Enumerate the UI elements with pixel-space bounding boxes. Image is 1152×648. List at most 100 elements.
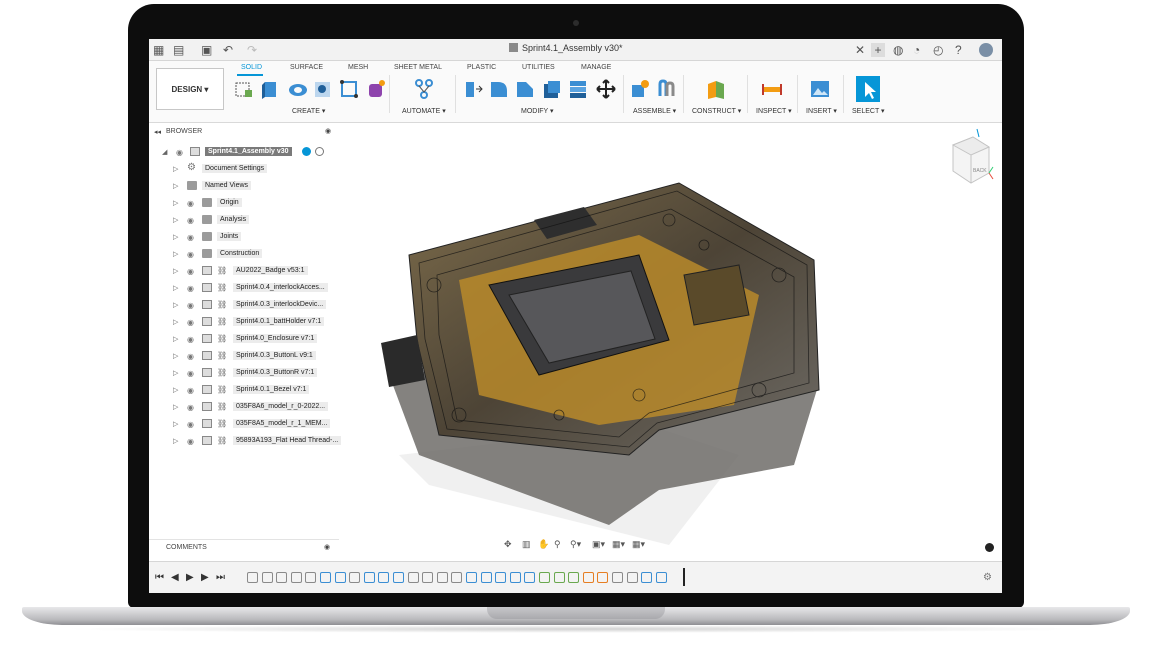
new-tab-icon[interactable]: + <box>871 43 885 57</box>
timeline-feature-icon[interactable] <box>334 572 346 583</box>
avatar[interactable] <box>979 43 993 57</box>
tree-item[interactable]: ▷ ◉ Origin <box>149 195 339 212</box>
visibility-eye-icon[interactable]: ◉ <box>187 250 194 259</box>
activate-radio-icon[interactable] <box>315 147 324 156</box>
display-settings-icon[interactable]: ▣▾ <box>592 539 605 550</box>
timeline-feature-icon[interactable] <box>655 572 667 583</box>
offset-plane-icon[interactable] <box>705 78 727 100</box>
expand-arrow-icon[interactable]: ▷ <box>173 437 178 445</box>
expand-arrow-icon[interactable]: ▷ <box>173 182 178 190</box>
undo-icon[interactable]: ↶ <box>223 43 233 57</box>
new-component-icon[interactable] <box>629 78 651 100</box>
expand-arrow-icon[interactable]: ▷ <box>173 301 178 309</box>
combine-icon[interactable] <box>567 78 589 100</box>
tab-surface[interactable]: SURFACE <box>290 64 323 71</box>
timeline-feature-icon[interactable] <box>290 572 302 583</box>
timeline-feature-icon[interactable] <box>626 572 638 583</box>
expand-arrow-icon[interactable]: ▷ <box>173 420 178 428</box>
modify-menu[interactable]: MODIFY ▾ <box>521 107 554 115</box>
tree-item[interactable]: ▷ ◉ ⛓ Sprint4.0.4_interlockAcces... <box>149 280 339 297</box>
timeline-feature-icon[interactable] <box>582 572 594 583</box>
timeline-feature-icon[interactable] <box>436 572 448 583</box>
expand-arrow-icon[interactable]: ▷ <box>173 199 178 207</box>
timeline-end-icon[interactable]: ⏭ <box>216 572 225 583</box>
look-at-icon[interactable]: ▥ <box>522 539 531 550</box>
visibility-eye-icon[interactable]: ◉ <box>187 403 194 412</box>
viewcube-icon[interactable]: BACK <box>945 125 997 189</box>
expand-arrow-icon[interactable]: ▷ <box>173 165 178 173</box>
create-menu[interactable]: CREATE ▾ <box>292 107 325 115</box>
comments-toggle-icon[interactable]: ◉ <box>324 543 330 551</box>
timeline-start-icon[interactable]: ⏮ <box>155 572 164 583</box>
timeline-feature-icon[interactable] <box>363 572 375 583</box>
timeline-feature-icon[interactable] <box>422 572 434 583</box>
tree-item[interactable]: ▷ ◉ ⛓ 95893A193_Flat Head Thread-... <box>149 433 342 450</box>
active-radio-icon[interactable] <box>302 147 311 156</box>
timeline-feature-icon[interactable] <box>568 572 580 583</box>
tree-item[interactable]: ▷ ◉ ⛓ Sprint4.0.1_battHolder v7:1 <box>149 314 339 331</box>
chamfer-icon[interactable] <box>514 78 536 100</box>
timeline-feature-icon[interactable] <box>247 572 258 583</box>
create-sketch-icon[interactable] <box>233 78 255 100</box>
visibility-eye-icon[interactable]: ◉ <box>187 437 194 446</box>
tree-item[interactable]: ▷ ◉ ⛓ Sprint4.0.1_Bezel v7:1 <box>149 382 339 399</box>
timeline-feature-icon[interactable] <box>407 572 419 583</box>
measure-icon[interactable] <box>761 78 783 100</box>
fillet-icon[interactable] <box>488 78 510 100</box>
timeline-feature-icon[interactable] <box>509 572 521 583</box>
close-tab-icon[interactable]: ✕ <box>855 43 865 57</box>
tree-item[interactable]: ▷ ◉ Joints <box>149 229 339 246</box>
pan-icon[interactable]: ✋ <box>538 539 549 550</box>
move-icon[interactable] <box>595 78 617 100</box>
visibility-eye-icon[interactable]: ◉ <box>176 148 183 157</box>
timeline-back-icon[interactable]: ◀ <box>171 572 179 583</box>
timeline-feature-icon[interactable] <box>495 572 507 583</box>
visibility-eye-icon[interactable]: ◉ <box>187 284 194 293</box>
visibility-eye-icon[interactable]: ◉ <box>187 216 194 225</box>
timeline-feature-icon[interactable] <box>612 572 623 583</box>
tree-item[interactable]: ▷ ◉ ⛓ Sprint4.0.3_ButtonR v7:1 <box>149 365 339 382</box>
visibility-eye-icon[interactable]: ◉ <box>187 318 194 327</box>
help-icon[interactable]: ? <box>955 43 962 57</box>
timeline-forward-icon[interactable]: ▶ <box>201 572 209 583</box>
visibility-eye-icon[interactable]: ◉ <box>187 199 194 208</box>
grid-settings-icon[interactable]: ▦▾ <box>612 539 625 550</box>
tree-item[interactable]: ▷ ◉ Construction <box>149 246 339 263</box>
collapse-arrow-icon[interactable]: ◢ <box>162 148 167 156</box>
insert-image-icon[interactable] <box>809 78 831 100</box>
fit-icon[interactable]: ⚲▾ <box>570 539 581 550</box>
tab-sheet-metal[interactable]: SHEET METAL <box>394 64 442 71</box>
tree-item[interactable]: ▷ Named Views <box>149 178 339 195</box>
expand-arrow-icon[interactable]: ▷ <box>173 284 178 292</box>
timeline-feature-icon[interactable] <box>553 572 565 583</box>
visibility-eye-icon[interactable]: ◉ <box>187 369 194 378</box>
shell-icon[interactable] <box>541 78 563 100</box>
select-menu[interactable]: SELECT ▾ <box>852 107 885 115</box>
timeline-feature-icon[interactable] <box>261 572 273 583</box>
tree-root[interactable]: ◢ ◉ Sprint4.1_Assembly v30 <box>149 144 339 161</box>
visibility-eye-icon[interactable]: ◉ <box>187 386 194 395</box>
timeline-feature-icon[interactable] <box>597 572 609 583</box>
tree-item[interactable]: ▷ ◉ ⛓ 035F8A5_model_r_1_MEM... <box>149 416 339 433</box>
timeline-feature-icon[interactable] <box>466 572 477 583</box>
form-icon[interactable] <box>365 78 387 100</box>
orbit-icon[interactable]: ✥ <box>504 539 512 550</box>
tree-item[interactable]: ▷ ◉ ⛓ 035F8A6_model_r_0-2022... <box>149 399 339 416</box>
timeline-feature-icon[interactable] <box>378 572 390 583</box>
visibility-eye-icon[interactable]: ◉ <box>187 352 194 361</box>
insert-menu[interactable]: INSERT ▾ <box>806 107 837 115</box>
timeline-settings-icon[interactable]: ⚙ <box>983 572 992 583</box>
collapse-panel-icon[interactable]: ◂◂ <box>154 128 161 136</box>
visibility-eye-icon[interactable]: ◉ <box>187 267 194 276</box>
expand-arrow-icon[interactable]: ▷ <box>173 233 178 241</box>
comments-panel[interactable]: COMMENTS ◉ <box>149 539 339 555</box>
tab-solid[interactable]: SOLID <box>241 64 262 71</box>
timeline-feature-icon[interactable] <box>320 572 331 583</box>
zoom-icon[interactable]: ⚲ <box>554 539 561 550</box>
timeline-feature-icon[interactable] <box>539 572 550 583</box>
assemble-menu[interactable]: ASSEMBLE ▾ <box>633 107 676 115</box>
expand-arrow-icon[interactable]: ▷ <box>173 369 178 377</box>
visibility-eye-icon[interactable]: ◉ <box>187 301 194 310</box>
automate-icon[interactable] <box>413 78 435 100</box>
visibility-eye-icon[interactable]: ◉ <box>187 335 194 344</box>
